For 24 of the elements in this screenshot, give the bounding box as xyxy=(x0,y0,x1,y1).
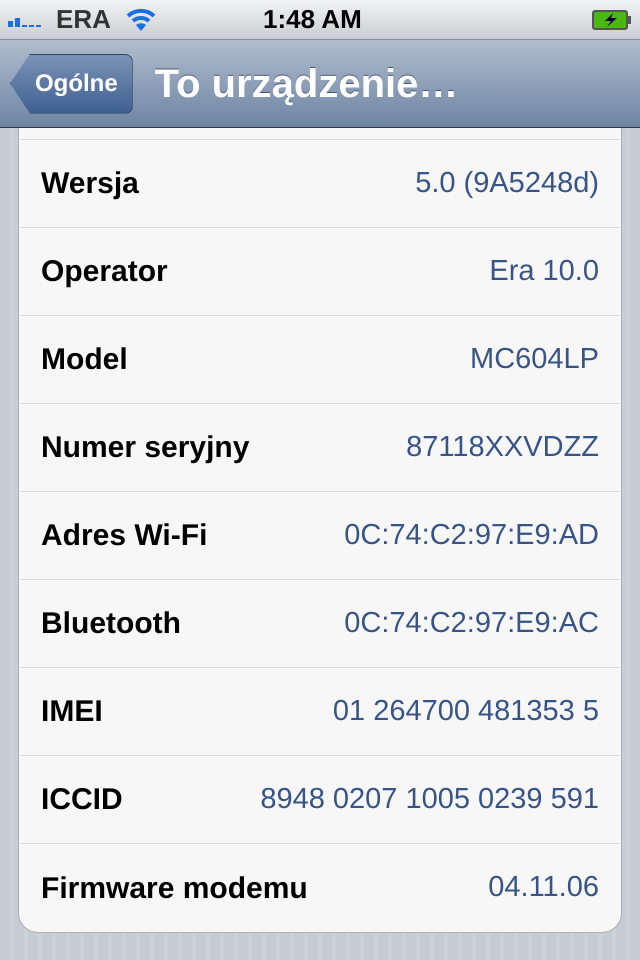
row-label: Adres Wi-Fi xyxy=(41,518,208,554)
row-value: 5.0 (9A5248d) xyxy=(415,166,599,201)
carrier-name: ERA xyxy=(56,3,111,36)
row-label: Numer seryjny xyxy=(41,430,250,466)
row-value: 87118XXVDZZ xyxy=(406,430,599,465)
row-value: 0C:74:C2:97:E9:AD xyxy=(344,518,599,553)
row-label: Firmware modemu xyxy=(41,870,308,906)
back-button[interactable]: Ogólne xyxy=(10,54,133,114)
row-label: Bluetooth xyxy=(41,606,181,642)
clock: 1:48 AM xyxy=(263,3,362,36)
row-label: Operator xyxy=(41,254,168,290)
row-value: 8948 0207 1005 0239 591 xyxy=(260,782,599,817)
row-label: ICCID xyxy=(41,782,123,818)
page-title: To urządzenie… xyxy=(154,60,458,108)
row-value: 01 264700 481353 5 xyxy=(332,694,599,729)
row-label: IMEI xyxy=(41,694,103,730)
row-value: 04.11.06 xyxy=(488,870,599,906)
battery-charging-icon xyxy=(592,10,632,30)
row-value: Era 10.0 xyxy=(489,254,599,289)
row-label: Model xyxy=(41,342,128,378)
row-label: Wersja xyxy=(41,166,139,202)
row-value: MC604LP xyxy=(470,342,599,377)
wifi-icon xyxy=(124,8,157,32)
row-value: 0C:74:C2:97:E9:AC xyxy=(344,606,599,641)
